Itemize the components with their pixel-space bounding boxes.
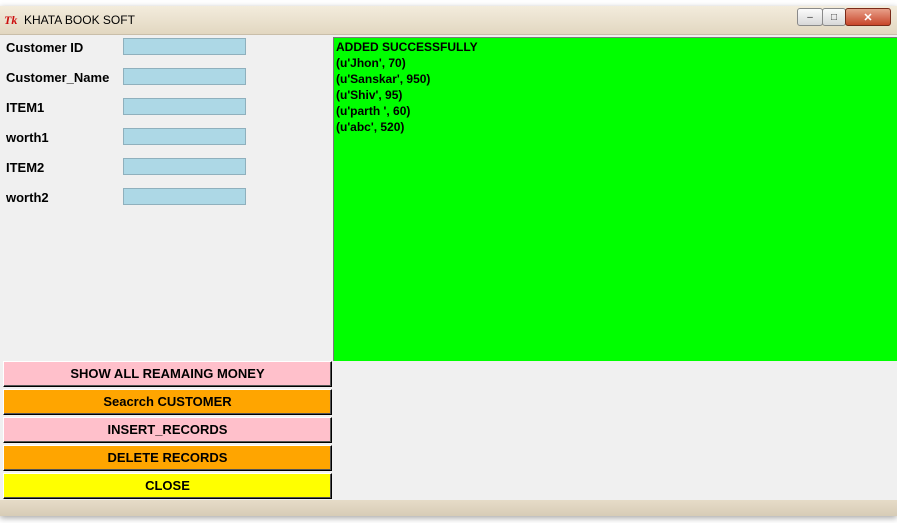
worth1-input[interactable]: [123, 128, 246, 145]
tk-app-icon: Tk: [4, 13, 18, 27]
worth2-input[interactable]: [123, 188, 246, 205]
window-close-button[interactable]: ✕: [845, 8, 891, 26]
minimize-icon: –: [807, 11, 813, 23]
close-button[interactable]: CLOSE: [3, 473, 332, 499]
window-controls: – □ ✕: [797, 8, 891, 26]
insert-records-button[interactable]: INSERT_RECORDS: [3, 417, 332, 443]
delete-records-button[interactable]: DELETE RECORDS: [3, 445, 332, 471]
customer-name-input[interactable]: [123, 68, 246, 85]
client-area: Customer ID Customer_Name ITEM1 worth1 I…: [2, 36, 897, 500]
output-line-record: (u'Shiv', 95): [336, 88, 403, 102]
item1-input[interactable]: [123, 98, 246, 115]
output-line-record: (u'Sanskar', 950): [336, 72, 431, 86]
minimize-button[interactable]: –: [797, 8, 823, 26]
output-line-record: (u'abc', 520): [336, 120, 405, 134]
worth2-label: worth2: [6, 190, 49, 205]
customer-id-input[interactable]: [123, 38, 246, 55]
worth1-label: worth1: [6, 130, 49, 145]
output-display: ADDED SUCCESSFULLY (u'Jhon', 70) (u'Sans…: [333, 37, 897, 361]
item2-input[interactable]: [123, 158, 246, 175]
close-icon: ✕: [863, 11, 873, 24]
output-line-status: ADDED SUCCESSFULLY: [336, 40, 478, 54]
maximize-icon: □: [830, 11, 838, 23]
app-window: Tk KHATA BOOK SOFT – □ ✕ Customer ID Cus…: [0, 6, 897, 516]
title-bar[interactable]: Tk KHATA BOOK SOFT – □ ✕: [0, 6, 897, 35]
item2-label: ITEM2: [6, 160, 45, 175]
show-remaining-money-button[interactable]: SHOW ALL REAMAING MONEY: [3, 361, 332, 387]
item1-label: ITEM1: [6, 100, 45, 115]
output-line-record: (u'parth ', 60): [336, 104, 411, 118]
window-title: KHATA BOOK SOFT: [24, 13, 135, 27]
maximize-button[interactable]: □: [822, 8, 846, 26]
output-line-record: (u'Jhon', 70): [336, 56, 406, 70]
window-bottom-border: [0, 500, 897, 516]
customer-id-label: Customer ID: [6, 40, 84, 55]
search-customer-button[interactable]: Seacrch CUSTOMER: [3, 389, 332, 415]
customer-name-label: Customer_Name: [6, 70, 110, 85]
